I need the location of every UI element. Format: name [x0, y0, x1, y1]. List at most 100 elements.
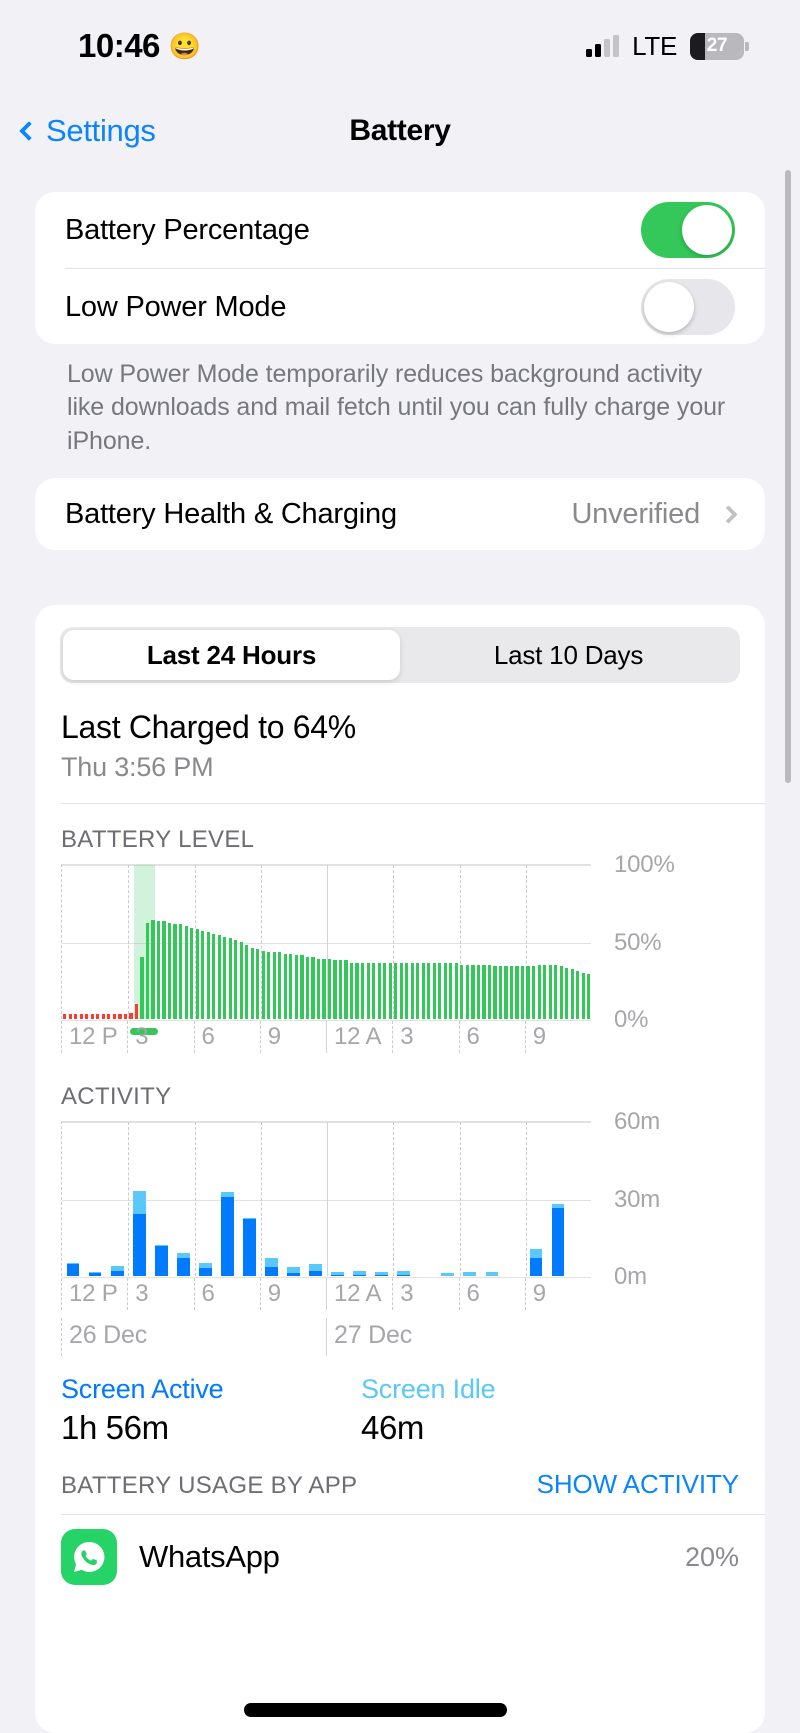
battery-percent-label: 27 — [706, 35, 728, 56]
chevron-right-icon — [719, 504, 738, 524]
chart-bar — [150, 1245, 172, 1276]
signal-bars-icon — [586, 35, 620, 57]
chart-bar — [62, 1263, 84, 1276]
x-axis-tick-label: 3 — [392, 1021, 414, 1053]
y-axis-tick-label: 60m — [614, 1108, 661, 1135]
y-axis-tick-label: 0m — [614, 1263, 647, 1290]
app-name: WhatsApp — [139, 1539, 280, 1574]
tab-last-24-hours[interactable]: Last 24 Hours — [63, 630, 400, 680]
chart-bar — [305, 1264, 327, 1276]
x-axis-tick-label: 12 P — [61, 1021, 118, 1053]
legend-screen-active-value: 1h 56m — [61, 1409, 169, 1446]
divider — [61, 803, 765, 804]
activity-chart: 0m 30m 60m 12 P 3 6 9 12 A 3 6 9 26 Dec 27 Dec — [61, 1108, 661, 1360]
battery-percentage-label: Battery Percentage — [65, 213, 310, 246]
whatsapp-icon — [61, 1529, 117, 1585]
battery-icon: 27 — [690, 32, 749, 60]
status-bar: 10:46 😀 LTE 27 — [0, 0, 800, 92]
battery-health-card[interactable]: Battery Health & Charging Unverified — [35, 478, 765, 550]
y-axis-tick-label: 30m — [614, 1185, 661, 1213]
scrollbar[interactable] — [785, 170, 791, 783]
chart-bar — [84, 1272, 106, 1276]
chart-bar — [349, 1270, 371, 1276]
x-axis-tick-label: 9 — [524, 1278, 546, 1310]
chart-bar — [238, 1217, 260, 1276]
battery-usage-by-app-header: BATTERY USAGE BY APP — [61, 1472, 358, 1499]
time-range-segmented-control[interactable]: Last 24 Hours Last 10 Days — [60, 627, 740, 683]
battery-settings-screen: 10:46 😀 LTE 27 Settings Battery Battery … — [0, 0, 800, 1733]
tab-last-10-days[interactable]: Last 10 Days — [400, 630, 737, 680]
navigation-bar: Settings Battery — [0, 92, 800, 170]
battery-percentage-row[interactable]: Battery Percentage — [35, 192, 765, 268]
x-axis-tick-label: 9 — [524, 1021, 546, 1053]
battery-percentage-toggle[interactable] — [641, 202, 735, 258]
legend-screen-idle: Screen Idle 46m — [361, 1374, 661, 1447]
battery-level-chart: 0% 50% 100% 12 P 3 6 9 12 A 3 6 9 — [61, 851, 675, 1061]
last-charged-title: Last Charged to 64% — [61, 709, 356, 745]
chart-bar — [525, 1248, 547, 1276]
last-charged-timestamp: Thu 3:56 PM — [61, 752, 214, 782]
activity-legend: Screen Active 1h 56m Screen Idle 46m — [61, 1374, 765, 1447]
carrier-label: LTE — [632, 30, 677, 61]
chart-bar — [194, 1263, 216, 1276]
chart-bar — [282, 1266, 304, 1276]
list-item[interactable]: WhatsApp 20% — [35, 1515, 765, 1585]
x-axis-tick-label: 6 — [458, 1021, 480, 1053]
x-axis-tick-label: 3 — [392, 1278, 414, 1310]
chart-bar — [106, 1265, 128, 1276]
toggles-card: Battery Percentage Low Power Mode — [35, 192, 765, 344]
x-axis-tick-label: 6 — [458, 1278, 480, 1310]
x-axis-tick-label: 3 — [127, 1278, 149, 1310]
chart-bar — [260, 1257, 282, 1276]
x-axis-tick-label: 6 — [193, 1278, 215, 1310]
x-axis-day-label: 27 Dec — [326, 1318, 412, 1356]
chart-bar — [437, 1273, 459, 1276]
chart-bar — [327, 1272, 349, 1276]
chart-bar — [216, 1192, 238, 1276]
chart-bar — [547, 1203, 569, 1276]
status-bar-left: 10:46 😀 — [78, 27, 201, 65]
low-power-mode-row[interactable]: Low Power Mode — [35, 269, 765, 345]
x-axis-tick-label: 3 — [127, 1021, 149, 1053]
activity-header: ACTIVITY — [61, 1083, 172, 1110]
status-bar-right: LTE 27 — [586, 30, 749, 62]
focus-emoji-icon: 😀 — [168, 31, 202, 61]
legend-screen-active-label: Screen Active — [61, 1374, 224, 1404]
x-axis-tick-label: 12 A — [326, 1021, 381, 1053]
chart-bar — [371, 1272, 393, 1276]
legend-screen-idle-label: Screen Idle — [361, 1374, 496, 1404]
chart-bar — [459, 1272, 481, 1276]
low-power-mode-toggle[interactable] — [641, 279, 735, 335]
battery-health-row[interactable]: Battery Health & Charging Unverified — [35, 478, 765, 550]
x-axis-day-label: 26 Dec — [61, 1318, 147, 1356]
activity-bars — [62, 1122, 591, 1276]
show-activity-button[interactable]: SHOW ACTIVITY — [537, 1469, 739, 1500]
legend-screen-idle-value: 46m — [361, 1409, 424, 1446]
low-power-mode-footnote: Low Power Mode temporarily reduces backg… — [67, 360, 726, 455]
battery-level-bars — [62, 865, 591, 1019]
x-axis-tick-label: 9 — [259, 1278, 281, 1310]
chart-bar — [393, 1270, 415, 1276]
chart-bar — [586, 974, 592, 1019]
y-axis-tick-label: 0% — [614, 1006, 649, 1033]
chart-bar — [172, 1252, 194, 1276]
battery-level-header: BATTERY LEVEL — [61, 826, 255, 853]
battery-usage-card: Last 24 Hours Last 10 Days Last Charged … — [35, 605, 765, 1733]
low-power-mode-label: Low Power Mode — [65, 290, 287, 323]
y-axis-tick-label: 100% — [614, 851, 675, 878]
battery-usage-by-app-header-row: BATTERY USAGE BY APP SHOW ACTIVITY — [61, 1469, 739, 1500]
status-time: 10:46 — [78, 27, 160, 64]
x-axis-tick-label: 6 — [193, 1021, 215, 1053]
chart-bar — [128, 1190, 150, 1276]
battery-health-label: Battery Health & Charging — [65, 497, 397, 530]
x-axis-tick-label: 12 P — [61, 1278, 118, 1310]
redaction-bar — [244, 1703, 507, 1717]
chart-bar — [481, 1272, 503, 1276]
x-axis-tick-label: 9 — [259, 1021, 281, 1053]
y-axis-tick-label: 50% — [614, 928, 662, 956]
battery-health-value: Unverified — [571, 497, 700, 530]
x-axis-tick-label: 12 A — [326, 1278, 381, 1310]
legend-screen-active: Screen Active 1h 56m — [61, 1374, 361, 1447]
page-title: Battery — [349, 114, 451, 147]
app-battery-percent: 20% — [684, 1541, 739, 1572]
